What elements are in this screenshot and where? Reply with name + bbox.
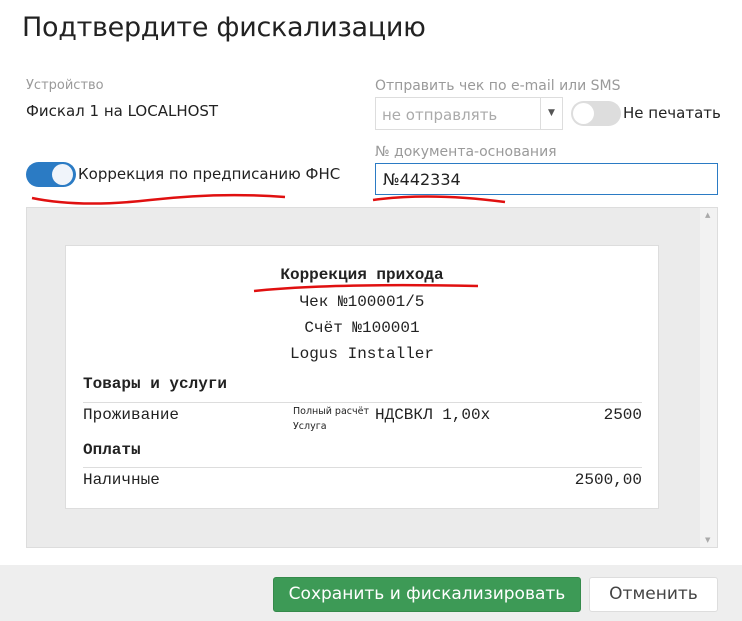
- scrollbar[interactable]: ▲ ▼: [700, 208, 717, 547]
- receipt-preview[interactable]: ▲ ▼ Коррекция прихода Чек №100001/5 Счёт…: [26, 207, 718, 548]
- receipt-check: Чек №100001/5: [299, 293, 425, 311]
- doc-number-input[interactable]: №442334: [375, 163, 718, 195]
- send-label: Отправить чек по e-mail или SMS: [375, 78, 621, 94]
- item-vat-qty: НДСВКЛ 1,00x: [375, 406, 491, 424]
- scroll-down-icon[interactable]: ▼: [705, 536, 710, 544]
- item-name: Проживание: [83, 406, 180, 424]
- item-payment-type: Полный расчёт: [293, 406, 369, 417]
- receipt-title: Коррекция прихода: [280, 266, 444, 284]
- save-fiscalize-button[interactable]: Сохранить и фискализировать: [273, 577, 581, 612]
- dialog-footer: Сохранить и фискализировать Отменить: [0, 565, 742, 621]
- send-select[interactable]: не отправлять ▼: [375, 97, 563, 130]
- device-label: Устройство: [26, 78, 104, 93]
- payment-amount: 2500,00: [574, 471, 642, 489]
- scroll-up-icon[interactable]: ▲: [705, 211, 710, 219]
- chevron-down-icon: ▼: [540, 98, 562, 129]
- receipt-invoice: Счёт №100001: [304, 319, 420, 337]
- cancel-button[interactable]: Отменить: [589, 577, 718, 612]
- payments-header: Оплаты: [83, 441, 141, 459]
- receipt-installer: Logus Installer: [289, 345, 435, 363]
- send-select-value: не отправлять: [382, 106, 498, 124]
- page-title: Подтвердите фискализацию: [22, 12, 426, 43]
- item-subject: Услуга: [293, 421, 327, 432]
- doc-number-label: № документа-основания: [375, 144, 557, 160]
- payment-name: Наличные: [83, 471, 160, 489]
- item-amount: 2500: [603, 406, 642, 424]
- device-value: Фискал 1 на LOCALHOST: [26, 102, 219, 120]
- receipt-paper: Коррекция прихода Чек №100001/5 Счёт №10…: [65, 245, 659, 509]
- no-print-toggle[interactable]: [571, 101, 621, 126]
- correction-label: Коррекция по предписанию ФНС: [78, 165, 341, 183]
- goods-header: Товары и услуги: [83, 375, 228, 393]
- correction-toggle[interactable]: [26, 162, 76, 187]
- no-print-label: Не печатать: [623, 104, 721, 122]
